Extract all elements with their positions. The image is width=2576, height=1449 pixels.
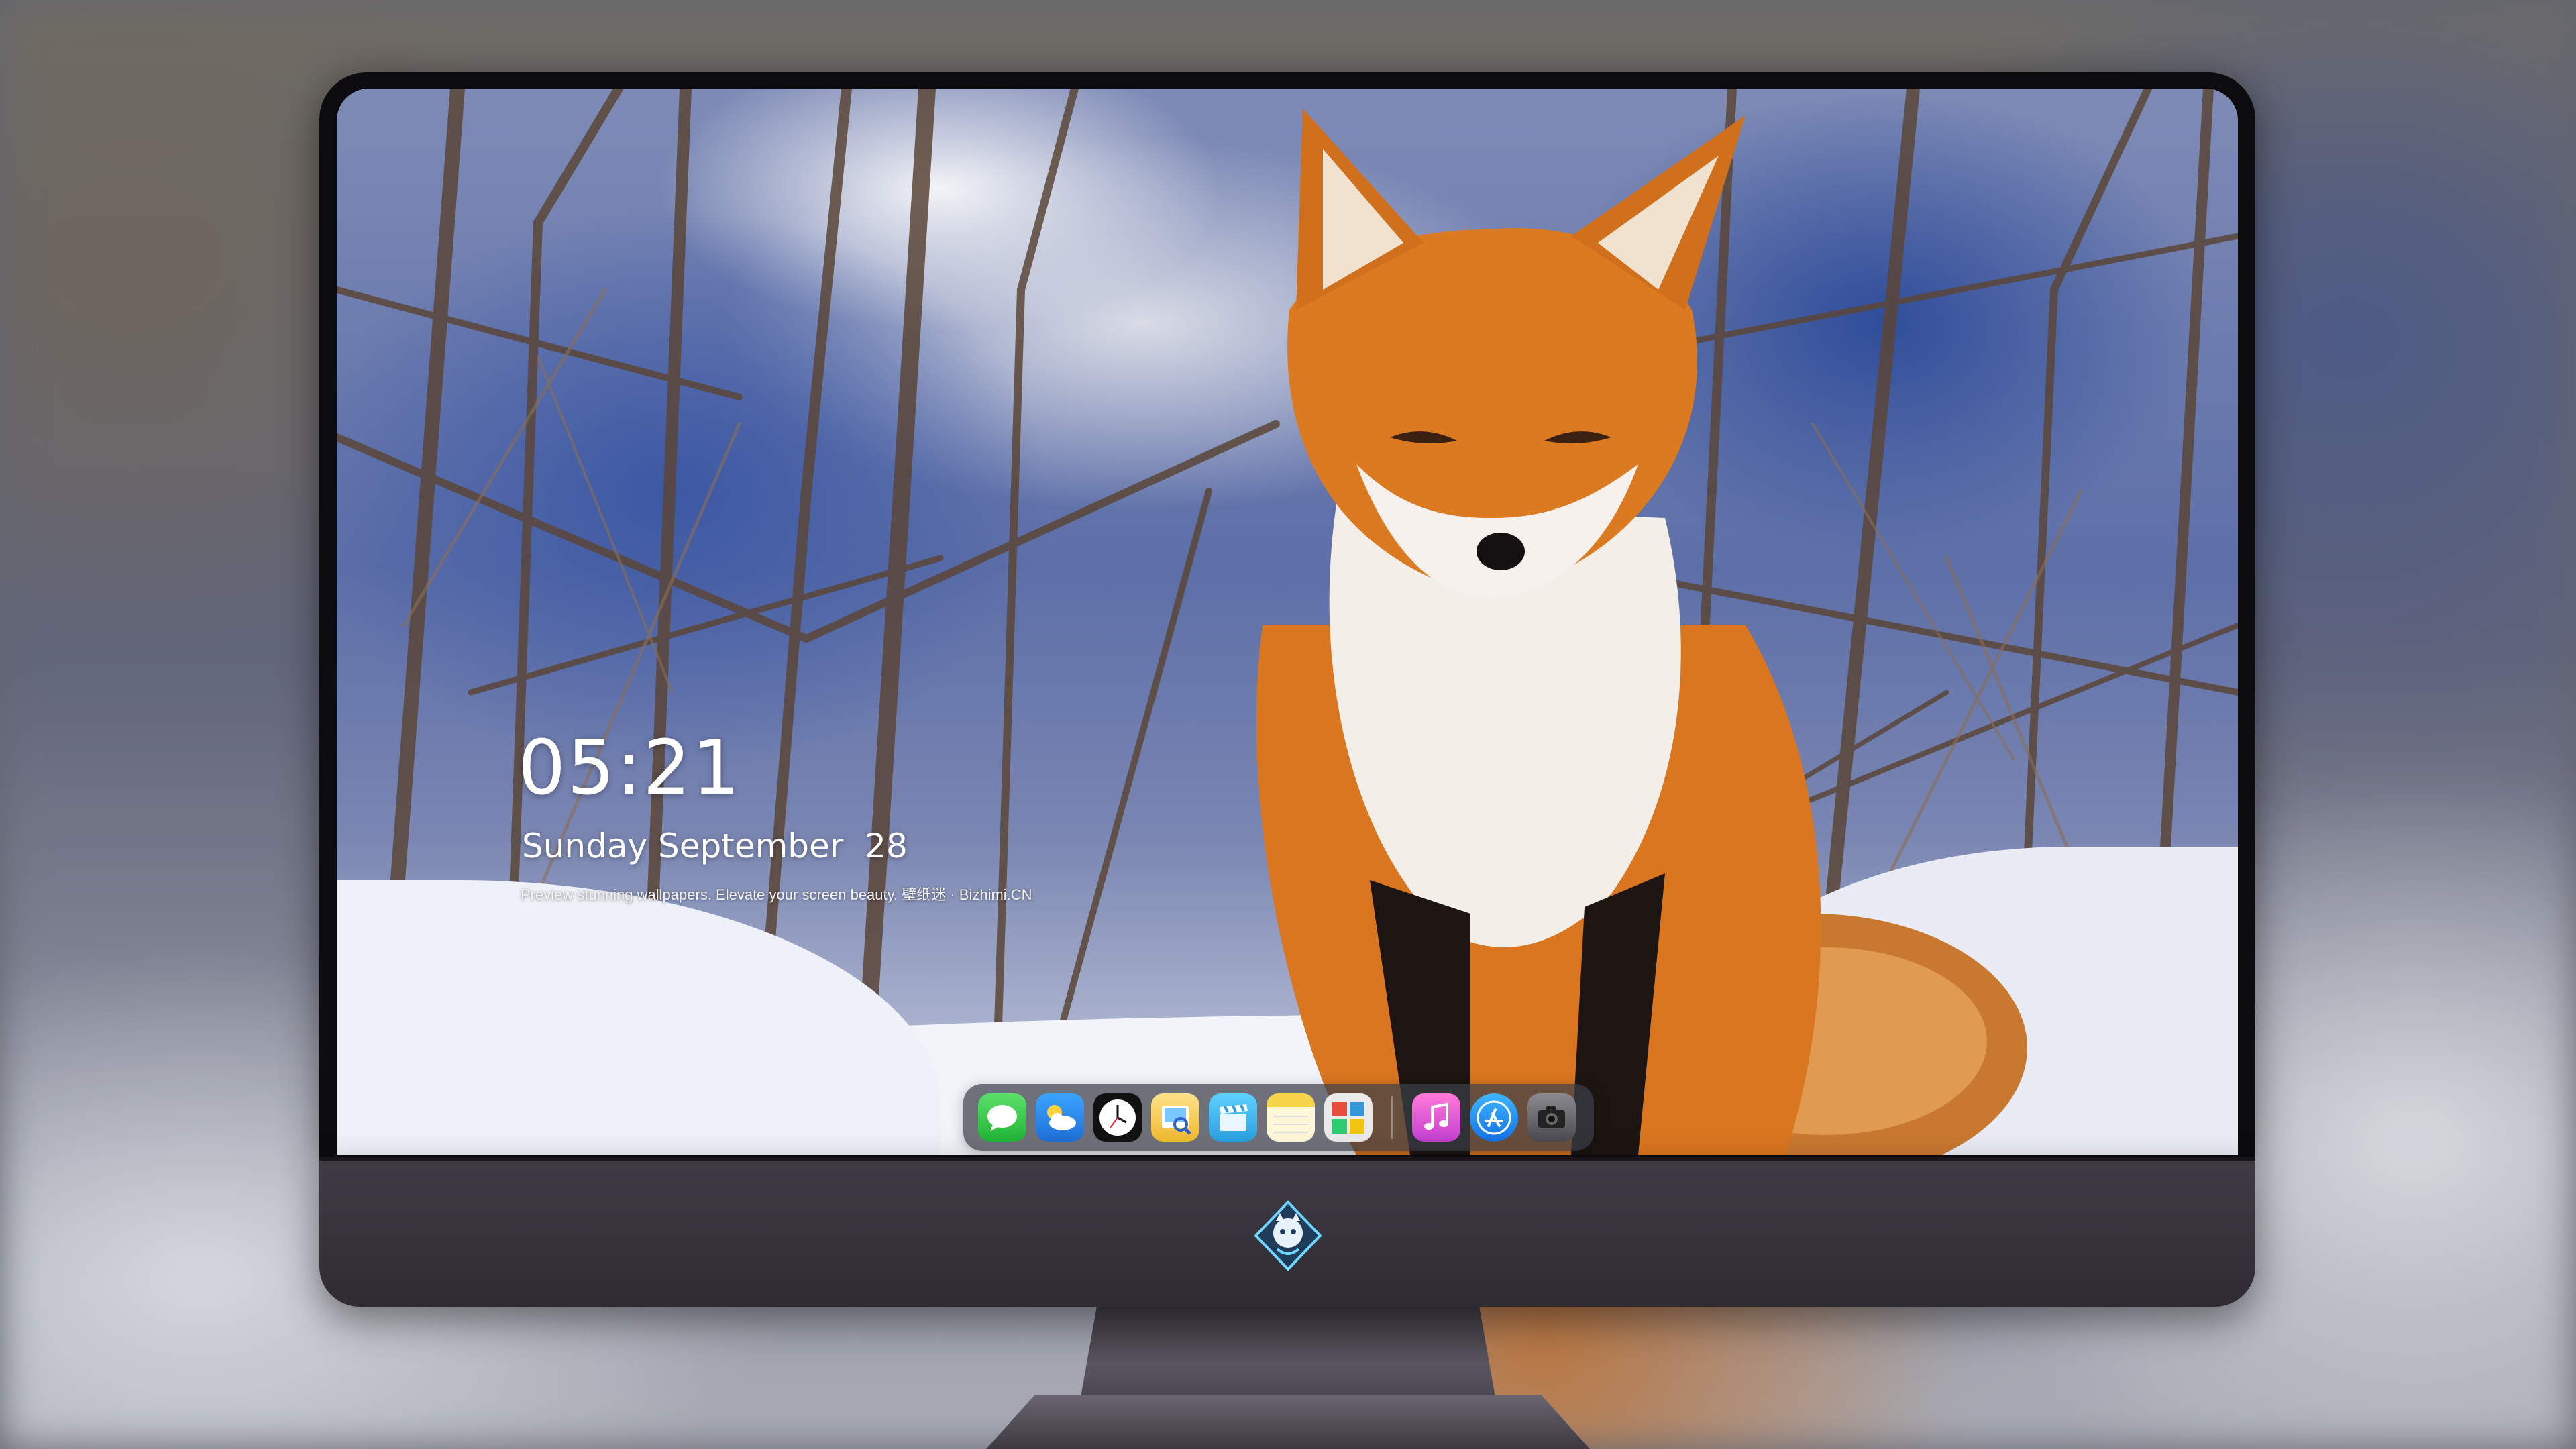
brand-logo-icon — [1254, 1201, 1322, 1271]
dock-app-photo-booth[interactable] — [1324, 1093, 1373, 1142]
clock-icon — [1099, 1099, 1136, 1136]
camera-icon — [1538, 1106, 1565, 1128]
clapperboard-icon — [1220, 1104, 1248, 1131]
dock-app-notes[interactable] — [1267, 1093, 1315, 1142]
weather-icon — [1047, 1105, 1076, 1130]
dock-app-messages[interactable] — [978, 1093, 1026, 1142]
dock — [963, 1084, 1594, 1151]
dock-app-weather[interactable] — [1036, 1093, 1084, 1142]
monitor-stand-base — [986, 1395, 1590, 1449]
music-icon — [1424, 1102, 1448, 1130]
dock-app-preview[interactable] — [1151, 1093, 1199, 1142]
dock-app-clips[interactable] — [1209, 1093, 1257, 1142]
app-store-icon — [1477, 1100, 1511, 1135]
dock-app-app-store[interactable] — [1470, 1093, 1518, 1142]
messages-icon — [987, 1105, 1017, 1131]
fox-illustration — [1256, 109, 2027, 1155]
preview-icon — [1162, 1106, 1191, 1135]
monitor-stand-neck — [1080, 1307, 1496, 1401]
lockscreen-time: 05:21 — [518, 724, 741, 812]
dock-app-music[interactable] — [1412, 1093, 1460, 1142]
photo-grid-icon — [1332, 1102, 1364, 1134]
lockscreen-date: Sunday September 28 — [522, 826, 908, 865]
dock-app-clock[interactable] — [1093, 1093, 1142, 1142]
notes-icon — [1267, 1093, 1315, 1133]
dock-app-camera[interactable] — [1527, 1093, 1576, 1142]
dock-separator — [1391, 1096, 1393, 1139]
wallpaper-caption: Preview stunning wallpapers. Elevate you… — [521, 886, 1032, 903]
monitor-screen: 05:21 Sunday September 28 Preview stunni… — [337, 89, 2238, 1155]
